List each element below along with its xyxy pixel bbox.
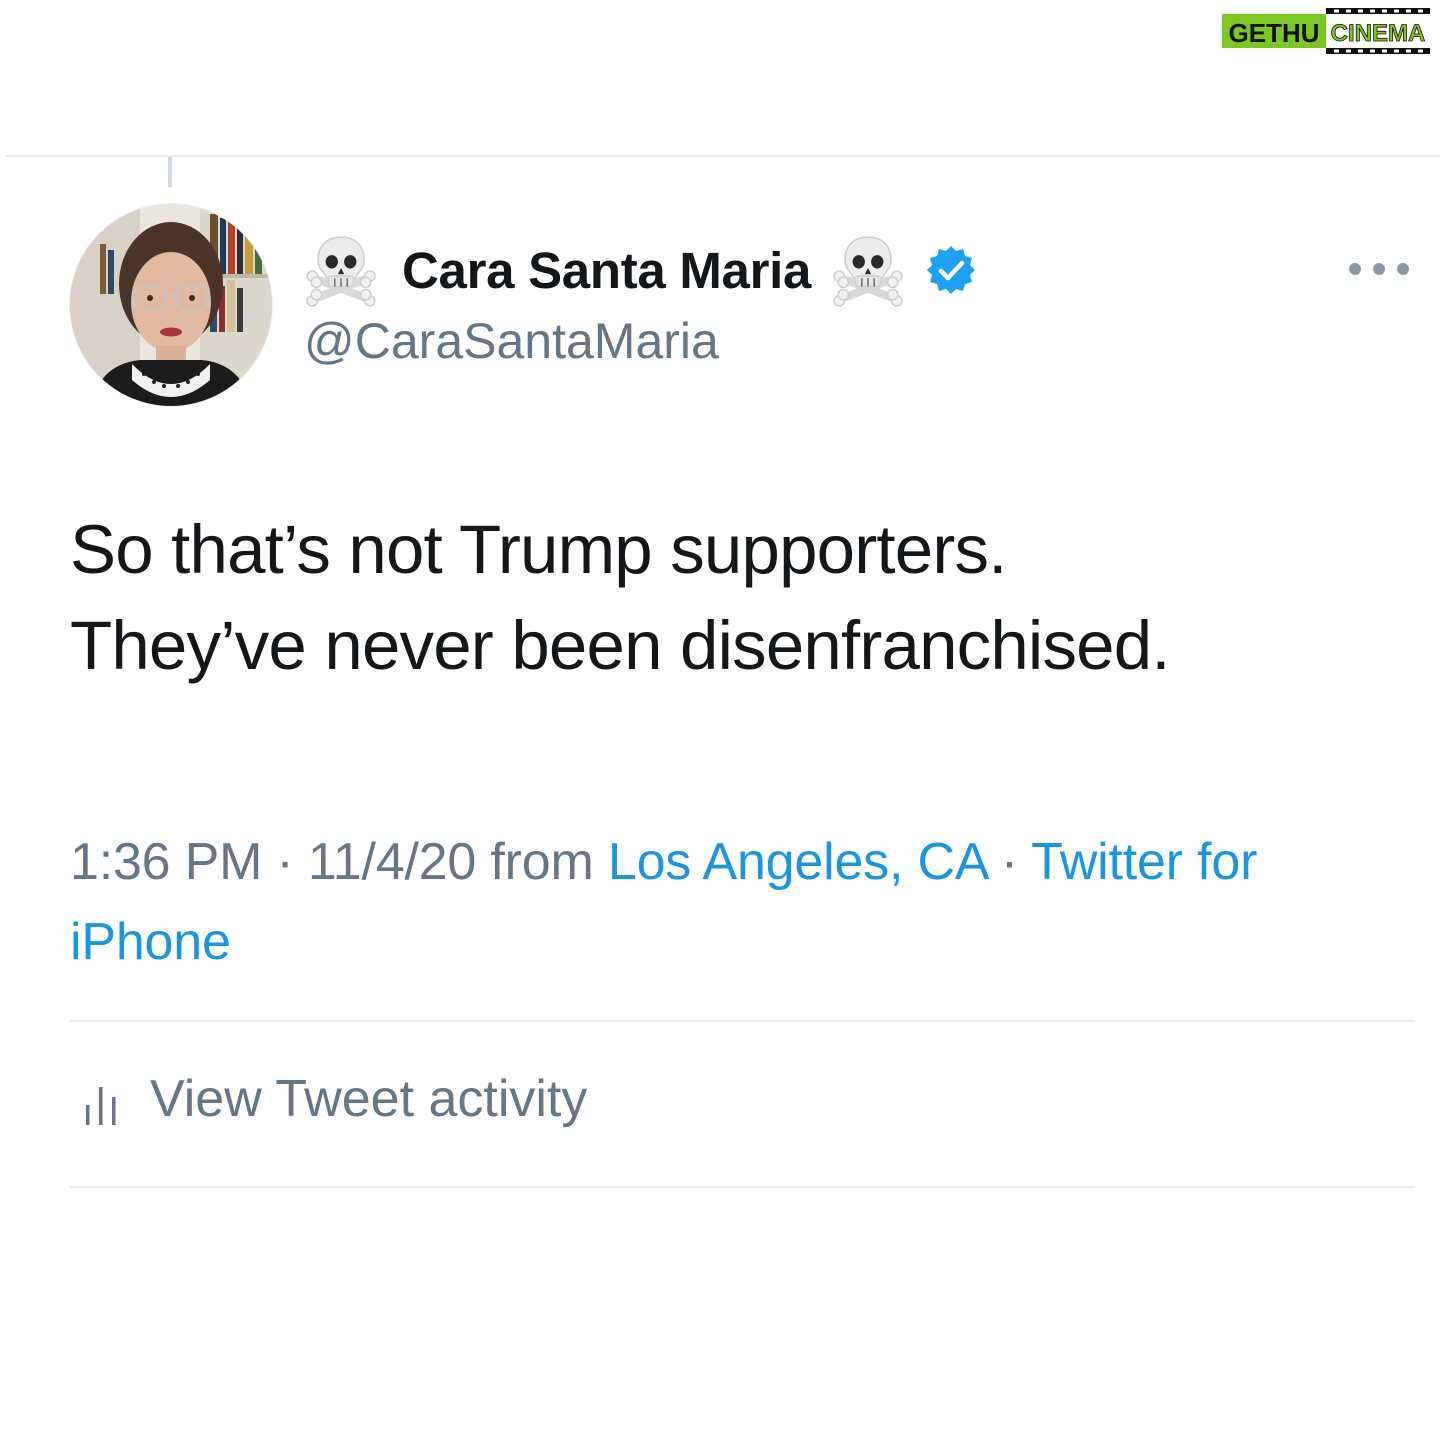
svg-text:CINEMA: CINEMA [1331, 20, 1426, 47]
from-label: from [476, 833, 608, 891]
divider [70, 1020, 1415, 1022]
tweet-text-line: They’ve never been disenfranchised. [70, 607, 1170, 684]
tweet-metadata: 1:36 PM · 11/4/20 from Los Angeles, CA ·… [70, 822, 1390, 982]
divider [70, 1186, 1415, 1188]
top-divider [6, 155, 1440, 157]
location-link[interactable]: Los Angeles, CA [608, 833, 987, 891]
separator-dot: · [986, 833, 1032, 891]
thread-connector-line [168, 157, 172, 187]
bar-chart-icon [86, 1087, 116, 1125]
watermark-logo: GETHU CINEMA [1222, 8, 1436, 54]
separator-dot: · [262, 833, 308, 891]
tweet-text: So that’s not Trump supporters. They’ve … [70, 502, 1420, 694]
tweet-date: 11/4/20 [307, 833, 477, 891]
verified-badge-icon [927, 246, 976, 294]
display-name[interactable]: Cara Santa Maria [402, 241, 811, 300]
user-handle[interactable]: @CaraSantaMaria [304, 312, 719, 370]
view-tweet-activity-button[interactable]: View Tweet activity [84, 1066, 587, 1132]
tweet-text-line: So that’s not Trump supporters. [70, 511, 1007, 588]
skull-crossbones-icon [833, 236, 903, 307]
view-tweet-activity-label[interactable]: View Tweet activity [150, 1069, 587, 1129]
ellipsis-icon[interactable] [1349, 256, 1409, 282]
tweet-time: 1:36 PM [70, 833, 263, 891]
avatar[interactable] [69, 203, 273, 407]
display-name-row[interactable]: Cara Santa Maria [304, 232, 977, 308]
svg-text:GETHU: GETHU [1229, 18, 1320, 48]
skull-crossbones-icon [306, 236, 376, 307]
